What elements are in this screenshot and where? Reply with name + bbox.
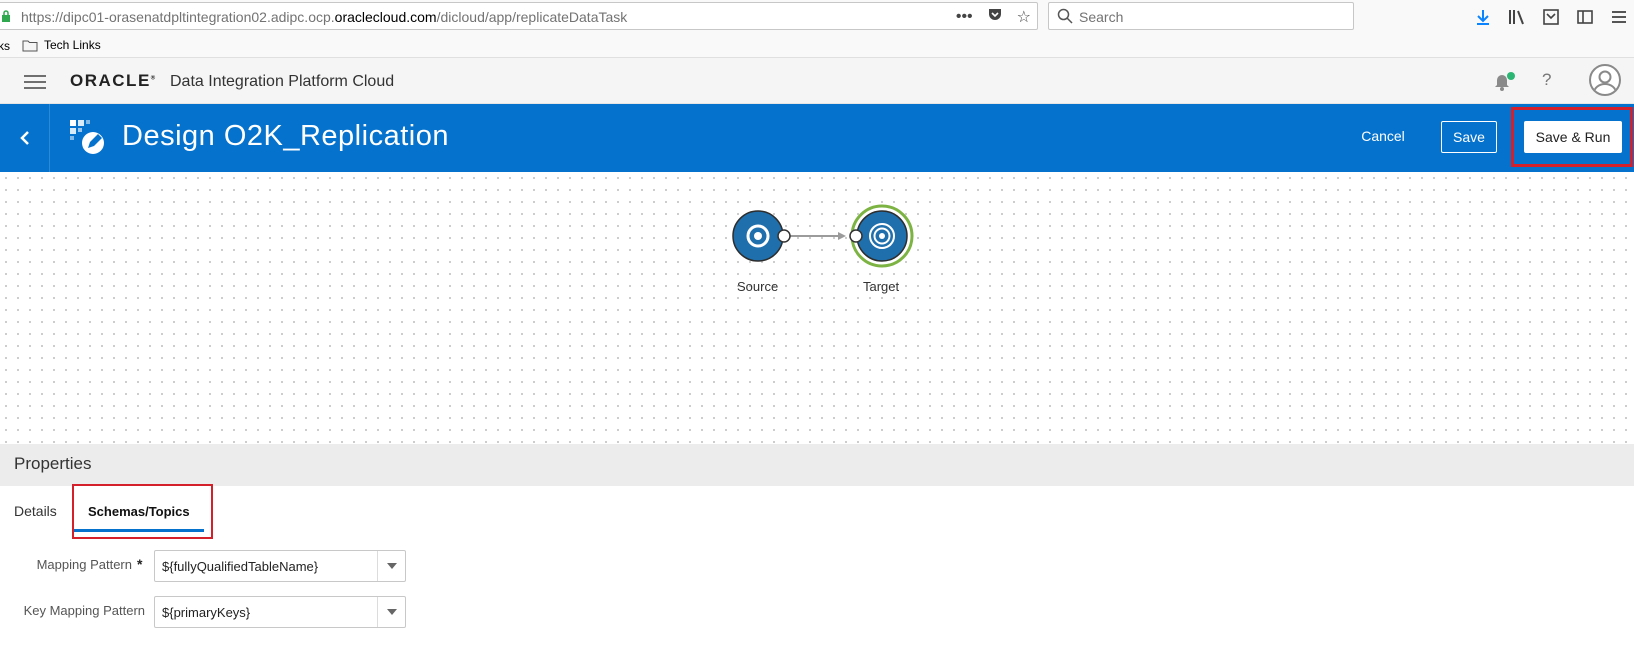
target-input-port (849, 229, 863, 243)
library-icon[interactable] (1502, 2, 1532, 32)
connector-arrow-icon (838, 232, 846, 240)
logo-text: ORACLE (70, 71, 151, 90)
tab-schemas-highlight: Schemas/Topics (72, 484, 213, 539)
chevron-down-icon[interactable] (377, 597, 405, 627)
key-mapping-pattern-label: Key Mapping Pattern (23, 603, 145, 618)
mapping-pattern-label: Mapping Pattern (36, 557, 132, 572)
chevron-left-icon (19, 131, 29, 145)
bookmark-truncated[interactable]: ks (0, 39, 10, 53)
properties-header: Properties (0, 444, 1634, 486)
bookmarks-bar: ks Tech Links (0, 34, 1634, 58)
oracle-logo: ORACLE® (70, 71, 157, 90)
back-button[interactable] (0, 104, 50, 172)
save-run-highlight: Save & Run (1511, 107, 1633, 167)
browser-toolbar: https://dipc01-orasenatdpltintegration02… (0, 0, 1634, 34)
tab-details[interactable]: Details (14, 503, 57, 519)
source-node[interactable] (732, 210, 791, 262)
key-mapping-pattern-select[interactable]: ${primaryKeys} (154, 596, 406, 628)
cancel-button[interactable]: Cancel (1350, 120, 1416, 152)
page-actions-icon[interactable]: ••• (956, 8, 973, 26)
pocket-list-icon[interactable] (1536, 2, 1566, 32)
tab-schemas-topics[interactable]: Schemas/Topics (88, 504, 190, 519)
notifications-bell-icon[interactable] (1494, 72, 1516, 97)
properties-title: Properties (14, 454, 92, 473)
design-task-icon (70, 120, 104, 154)
mapping-pattern-select[interactable]: ${fullyQualifiedTableName} (154, 550, 406, 582)
menu-icon[interactable] (1604, 2, 1634, 32)
target-node-label: Target (863, 279, 900, 294)
design-canvas[interactable]: Source Target (0, 172, 1634, 444)
folder-icon (22, 40, 38, 51)
url-suffix: /dicloud/app/replicateDataTask (436, 9, 628, 25)
source-output-port (777, 229, 791, 243)
help-icon[interactable]: ? (1542, 70, 1551, 90)
hamburger-menu-icon[interactable] (24, 75, 46, 89)
browser-search-field[interactable]: Search (1048, 2, 1354, 30)
app-header: ORACLE® Data Integration Platform Cloud … (0, 58, 1634, 104)
mapping-pattern-value: ${fullyQualifiedTableName} (162, 559, 319, 574)
bookmark-tech-links[interactable]: Tech Links (22, 38, 101, 52)
bookmark-label: Tech Links (44, 38, 101, 52)
user-avatar[interactable] (1589, 64, 1621, 96)
key-mapping-pattern-value: ${primaryKeys} (162, 605, 251, 620)
chevron-down-icon[interactable] (377, 551, 405, 581)
save-and-run-button[interactable]: Save & Run (1524, 121, 1622, 153)
download-icon[interactable] (1468, 2, 1498, 32)
url-prefix: https://dipc01-orasenatdpltintegration02… (21, 9, 335, 25)
required-mark: * (137, 556, 143, 572)
page-title: Design O2K_Replication (122, 120, 449, 152)
url-domain: oraclecloud.com (334, 9, 437, 25)
bookmark-star-icon[interactable]: ☆ (1017, 7, 1031, 27)
url-text: https://dipc01-orasenatdpltintegration02… (21, 9, 627, 25)
address-bar[interactable]: https://dipc01-orasenatdpltintegration02… (0, 2, 1038, 30)
save-button[interactable]: Save (1441, 121, 1497, 153)
app-name: Data Integration Platform Cloud (170, 73, 395, 90)
target-node[interactable] (849, 204, 914, 268)
sidebar-icon[interactable] (1570, 2, 1600, 32)
source-node-label: Source (737, 279, 779, 294)
flow-diagram (732, 204, 914, 268)
search-icon (1057, 8, 1073, 24)
active-tab-indicator (74, 529, 204, 532)
lock-icon (2, 10, 10, 22)
pocket-icon[interactable] (987, 6, 1003, 27)
page-title-bar: Design O2K_Replication Cancel Save Save … (0, 104, 1634, 172)
search-placeholder: Search (1079, 9, 1124, 25)
